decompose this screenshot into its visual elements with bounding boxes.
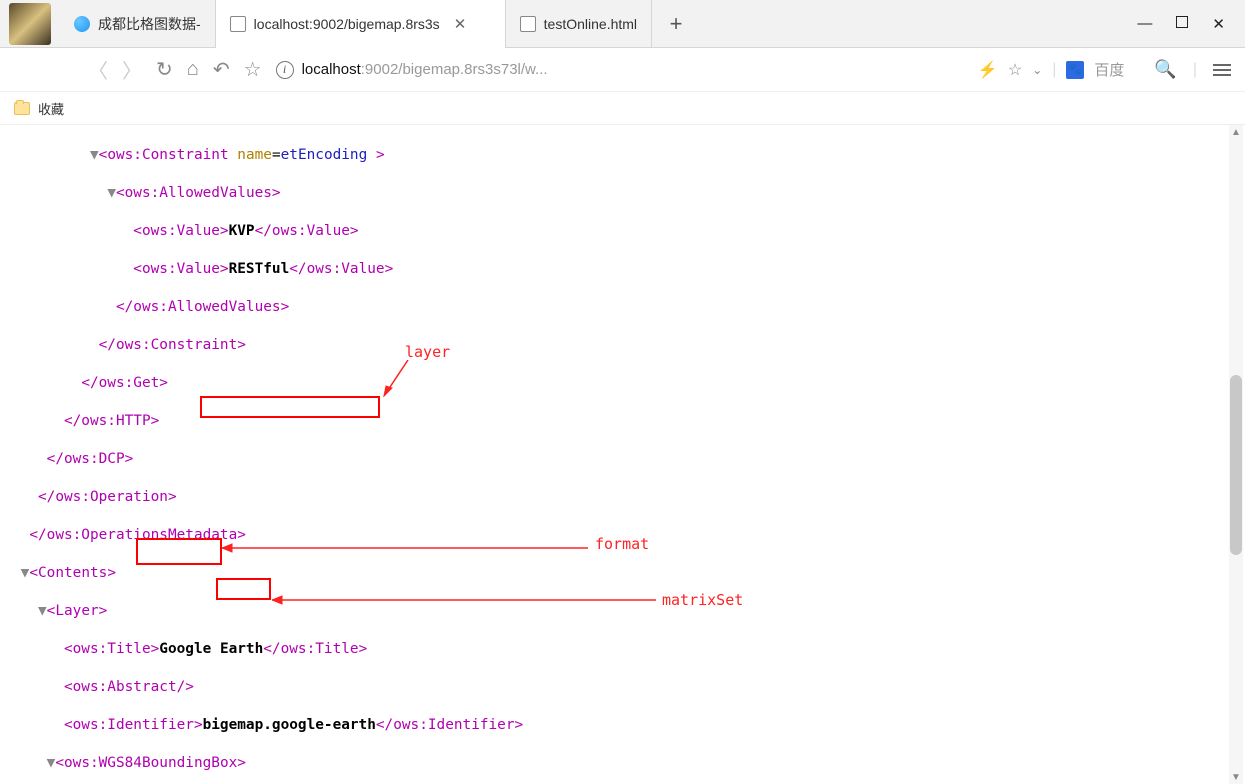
- flash-icon[interactable]: ⚡: [978, 60, 998, 80]
- xml-viewer[interactable]: ▼<ows:Constraint name=etEncoding > ▼<ows…: [0, 125, 1245, 784]
- page-icon: [520, 16, 536, 32]
- profile-avatar[interactable]: [0, 0, 60, 48]
- page-content-wrap: ▼<ows:Constraint name=etEncoding > ▼<ows…: [0, 125, 1245, 784]
- star-icon[interactable]: ☆: [1008, 60, 1022, 80]
- tab-label: localhost:9002/bigemap.8rs3s: [254, 16, 440, 32]
- browser-logo-icon: [74, 16, 90, 32]
- close-window-button[interactable]: ✕: [1212, 15, 1225, 33]
- vertical-scrollbar[interactable]: ▲ ▼: [1229, 125, 1243, 784]
- undo-button[interactable]: ↶: [213, 57, 230, 82]
- tab-label: 成都比格图数据-: [98, 14, 201, 34]
- url-text: localhost:9002/bigemap.8rs3s73l/w...: [302, 61, 548, 78]
- maximize-button[interactable]: [1176, 15, 1188, 33]
- close-icon[interactable]: ✕: [454, 15, 467, 33]
- page-icon: [230, 16, 246, 32]
- scroll-down-button[interactable]: ▼: [1229, 770, 1243, 784]
- tab-0[interactable]: 成都比格图数据-: [60, 0, 216, 48]
- minimize-button[interactable]: —: [1137, 15, 1152, 33]
- favorite-button[interactable]: ☆: [244, 57, 262, 82]
- hamburger-menu-icon[interactable]: [1213, 64, 1231, 76]
- tab-1[interactable]: localhost:9002/bigemap.8rs3s ✕: [216, 0, 506, 48]
- url-input[interactable]: i localhost:9002/bigemap.8rs3s73l/w...: [276, 61, 964, 79]
- search-icon[interactable]: 🔍: [1154, 59, 1176, 80]
- window-controls: — ✕: [1137, 15, 1245, 33]
- bookmark-bar: 收藏: [0, 92, 1245, 125]
- browser-tab-bar: 成都比格图数据- localhost:9002/bigemap.8rs3s ✕ …: [0, 0, 1245, 48]
- reload-button[interactable]: ↻: [156, 57, 173, 82]
- site-info-icon[interactable]: i: [276, 61, 294, 79]
- chevron-down-icon[interactable]: ⌄: [1032, 63, 1042, 77]
- scroll-thumb[interactable]: [1230, 375, 1242, 555]
- scroll-up-button[interactable]: ▲: [1229, 125, 1243, 139]
- address-bar: 〈 〉 ↻ ⌂ ↶ ☆ i localhost:9002/bigemap.8rs…: [0, 48, 1245, 92]
- folder-icon: [14, 102, 30, 115]
- search-engine-icon[interactable]: 🐾: [1066, 61, 1084, 79]
- bookmark-folder-label[interactable]: 收藏: [38, 99, 64, 118]
- tab-2[interactable]: testOnline.html: [506, 0, 652, 48]
- search-placeholder[interactable]: 百度: [1094, 59, 1124, 80]
- forward-button[interactable]: 〉: [122, 55, 142, 84]
- back-button[interactable]: 〈: [88, 55, 108, 84]
- new-tab-button[interactable]: +: [652, 11, 700, 37]
- home-button[interactable]: ⌂: [187, 58, 199, 81]
- address-right-icons: ⚡ ☆ ⌄ | 🐾 百度: [978, 59, 1125, 80]
- tab-label: testOnline.html: [544, 16, 637, 32]
